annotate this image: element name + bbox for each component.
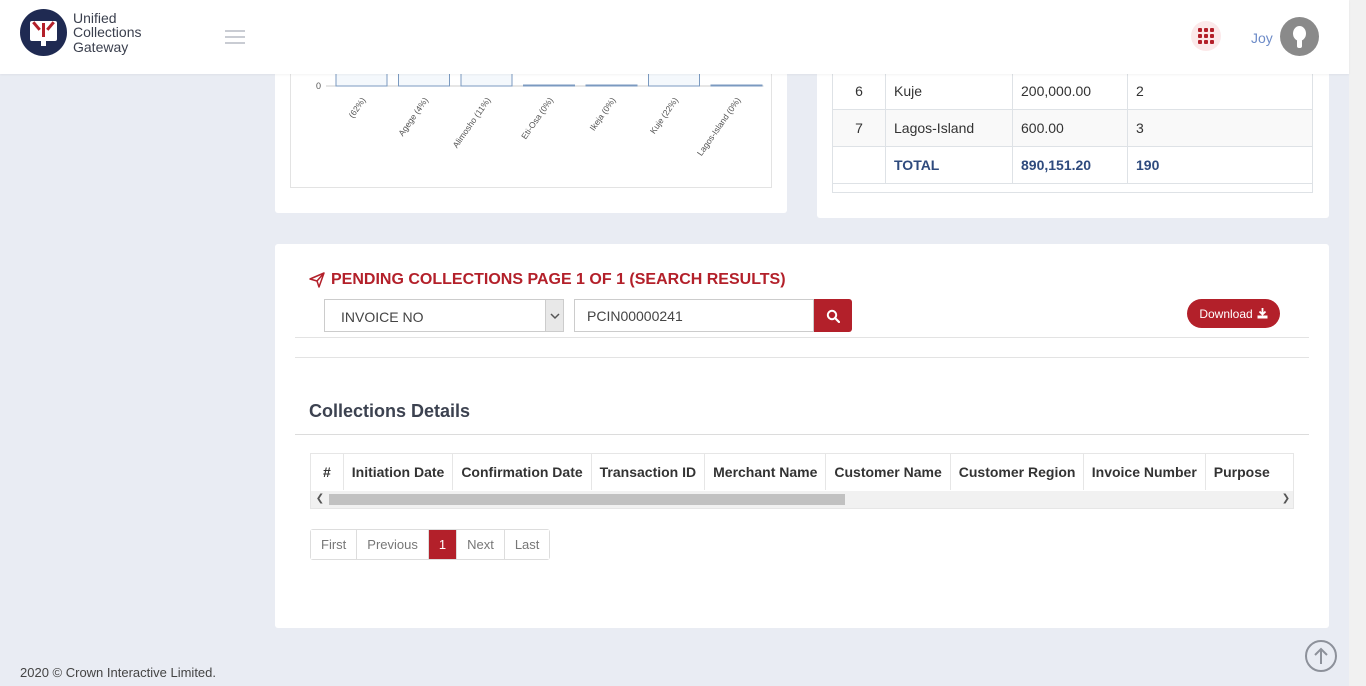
logo-line-2: Collections (73, 24, 142, 41)
empty-cell (832, 146, 886, 184)
column-header[interactable]: Customer Region (951, 454, 1084, 490)
logo-icon (20, 9, 67, 56)
pagination: First Previous 1 Next Last (310, 529, 551, 560)
x-tick-label: Lagos-Island (0%) (695, 95, 743, 157)
scroll-left-icon[interactable]: ❮ (313, 493, 327, 504)
column-header[interactable]: Merchant Name (705, 454, 827, 490)
location-name: Lagos-Island (885, 109, 1013, 147)
logo-line-1: Unified (73, 9, 117, 26)
x-tick-label: Kuje (22%) (648, 95, 680, 135)
chart-bar[interactable] (710, 84, 763, 87)
x-tick-label: Alimosho (11%) (450, 95, 492, 150)
pending-collections-card: PENDING COLLECTIONS PAGE 1 OF 1 (SEARCH … (275, 244, 1329, 628)
collections-table: # Initiation Date Confirmation Date Tran… (310, 453, 1294, 509)
column-header[interactable]: Transaction ID (592, 454, 706, 490)
pager-first[interactable]: First (311, 530, 358, 559)
pager-current-page[interactable]: 1 (428, 530, 458, 559)
search-input[interactable] (574, 299, 814, 332)
divider (295, 357, 1309, 358)
amount: 600.00 (1012, 109, 1128, 147)
x-tick-label: Agege (4%) (396, 95, 430, 138)
table-row: 6 Kuje 200,000.00 2 (832, 72, 1313, 110)
horizontal-scrollbar[interactable]: ❮ ❯ (311, 491, 1293, 508)
chart-bar[interactable] (523, 84, 575, 87)
download-button[interactable]: Download (1187, 299, 1280, 328)
column-header[interactable]: Customer Name (826, 454, 951, 490)
column-header[interactable]: # (311, 454, 344, 490)
divider (295, 337, 1309, 338)
logo-text: Unified Collections Gateway (73, 11, 141, 55)
location-summary-table: 6 Kuje 200,000.00 2 7 Lagos-Island 600.0… (832, 72, 1313, 184)
x-tick-label: (62%) (346, 95, 367, 119)
x-tick-label: Eti-Osa (0%) (519, 95, 555, 141)
table-row: 7 Lagos-Island 600.00 3 (832, 109, 1313, 147)
search-icon (826, 309, 840, 323)
y-tick-label: 0 (316, 81, 321, 91)
menu-toggle-icon[interactable] (225, 30, 245, 48)
table-footer-space (832, 183, 1313, 193)
search-button[interactable] (814, 299, 852, 332)
row-number: 7 (832, 109, 886, 147)
top-navbar: Unified Collections Gateway Joy (0, 0, 1349, 74)
download-label: Download (1199, 306, 1253, 321)
select-value: INVOICE NO (341, 309, 424, 325)
pager-previous[interactable]: Previous (357, 530, 429, 559)
avatar[interactable] (1280, 17, 1319, 56)
scroll-right-icon[interactable]: ❯ (1279, 493, 1293, 504)
search-filter-select[interactable]: INVOICE NO (324, 299, 564, 332)
details-title: Collections Details (309, 401, 471, 421)
table-header-row: # Initiation Date Confirmation Date Tran… (311, 454, 1293, 490)
pager-last[interactable]: Last (504, 530, 550, 559)
column-header[interactable]: Confirmation Date (453, 454, 592, 490)
column-header[interactable]: Invoice Number (1084, 454, 1206, 490)
scroll-to-top-button[interactable] (1305, 640, 1337, 672)
total-row: TOTAL 890,151.20 190 (832, 146, 1313, 184)
section-title-text: PENDING COLLECTIONS PAGE 1 OF 1 (SEARCH … (331, 271, 786, 288)
amount: 200,000.00 (1012, 72, 1128, 110)
chart-bar[interactable] (585, 84, 638, 87)
column-header[interactable]: Purpose (1206, 454, 1293, 490)
column-header[interactable]: Initiation Date (344, 454, 454, 490)
app-logo[interactable]: Unified Collections Gateway (20, 9, 141, 56)
count: 3 (1127, 109, 1313, 147)
user-name[interactable]: Joy (1251, 30, 1273, 46)
pager-next[interactable]: Next (457, 530, 505, 559)
total-amount: 890,151.20 (1012, 146, 1128, 184)
total-count: 190 (1127, 146, 1313, 184)
bar-chart: 500000 (62%)Agege (4%)Alimosho (11%)Eti-… (290, 54, 772, 188)
scroll-thumb[interactable] (329, 494, 845, 505)
send-icon (309, 272, 325, 288)
section-title: PENDING COLLECTIONS PAGE 1 OF 1 (SEARCH … (309, 271, 786, 289)
chevron-down-icon[interactable] (545, 300, 563, 331)
footer-copyright: 2020 © Crown Interactive Limited. (20, 665, 217, 680)
download-icon (1257, 308, 1268, 319)
vertical-scrollbar[interactable] (1349, 0, 1366, 686)
row-number: 6 (832, 72, 886, 110)
x-tick-label: Ikeja (0%) (587, 95, 617, 132)
arrow-up-icon (1314, 647, 1328, 664)
location-name: Kuje (885, 72, 1013, 110)
total-label: TOTAL (885, 146, 1013, 184)
count: 2 (1127, 72, 1313, 110)
divider (295, 434, 1309, 435)
logo-line-3: Gateway (73, 38, 129, 55)
apps-grid-icon[interactable] (1191, 21, 1221, 51)
